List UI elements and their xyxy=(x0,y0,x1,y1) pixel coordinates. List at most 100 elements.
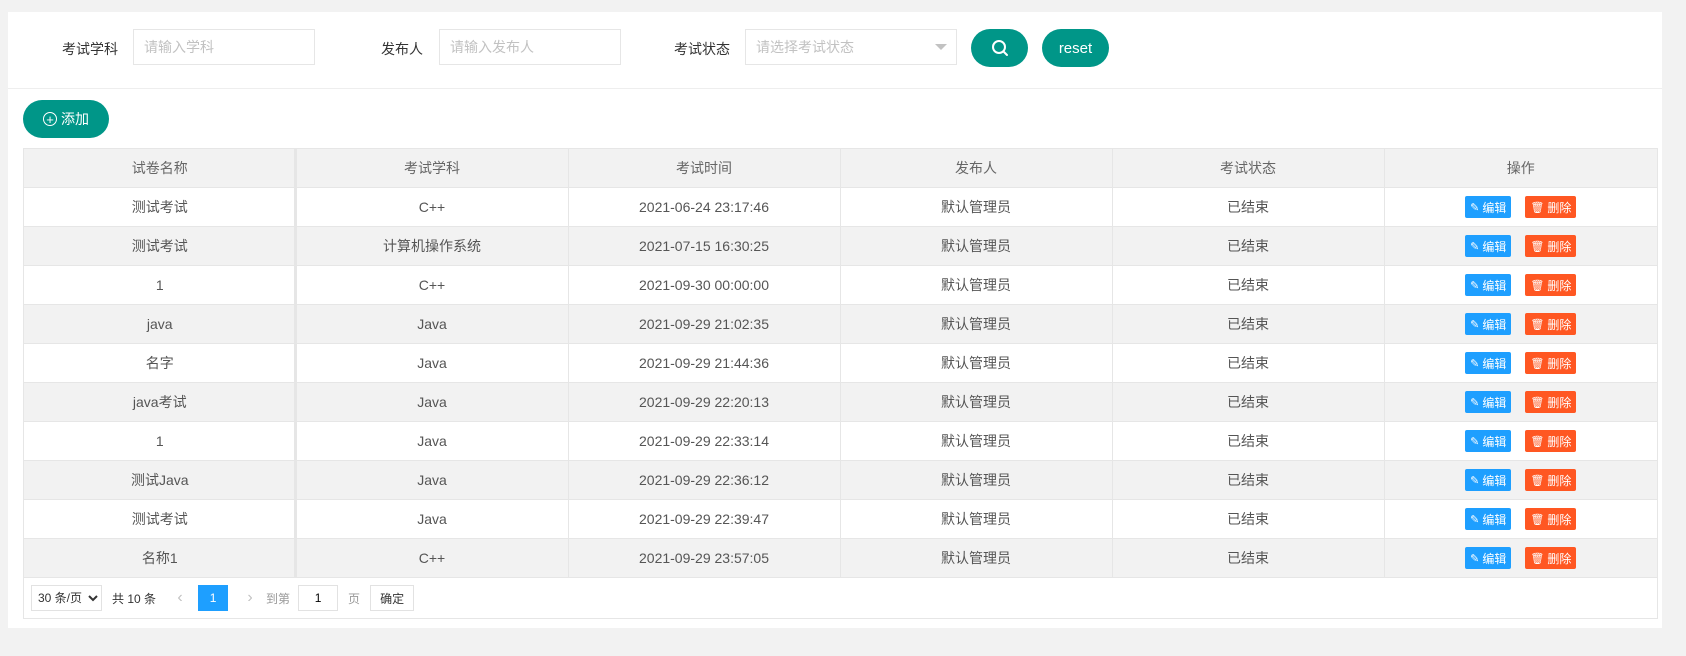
prev-page-icon[interactable]: ‹ xyxy=(170,589,190,607)
cell-exam-name: 测试考试 xyxy=(24,499,297,539)
cell-publisher: 默认管理员 xyxy=(840,382,1113,422)
cell-actions: ✎ 编辑 🗑 删除 xyxy=(1384,460,1657,500)
pencil-icon: ✎ xyxy=(1470,357,1480,370)
edit-button[interactable]: ✎ 编辑 xyxy=(1465,547,1512,569)
cell-actions: ✎ 编辑 🗑 删除 xyxy=(1384,304,1657,344)
table-row: 名称1 C++ 2021-09-29 23:57:05 默认管理员 已结束 ✎ 编辑 🗑 删除 xyxy=(24,538,1657,578)
reset-button[interactable]: reset xyxy=(1042,29,1109,67)
cell-actions: ✎ 编辑 🗑 删除 xyxy=(1384,226,1657,266)
edit-button-label: 编辑 xyxy=(1482,317,1507,332)
cell-subject: Java xyxy=(296,499,569,539)
trash-icon: 🗑 xyxy=(1530,552,1545,565)
cell-exam-name: 名称1 xyxy=(24,538,297,578)
cell-subject: C++ xyxy=(296,187,569,227)
cell-actions: ✎ 编辑 🗑 删除 xyxy=(1384,421,1657,461)
edit-button[interactable]: ✎ 编辑 xyxy=(1465,274,1512,296)
delete-button-label: 删除 xyxy=(1547,551,1572,566)
page-button-current[interactable]: 1 xyxy=(198,585,229,611)
cell-status: 已结束 xyxy=(1112,499,1385,539)
cell-exam-name: 测试考试 xyxy=(24,226,297,266)
cell-exam-name: 测试考试 xyxy=(24,187,297,227)
pencil-icon: ✎ xyxy=(1470,201,1480,214)
cell-exam-time: 2021-09-29 21:44:36 xyxy=(568,343,841,383)
trash-icon: 🗑 xyxy=(1530,201,1545,214)
col-header-name[interactable]: 试卷名称 xyxy=(24,149,297,188)
delete-button[interactable]: 🗑 删除 xyxy=(1525,508,1577,530)
page-size-select[interactable]: 30 条/页 xyxy=(31,585,102,611)
delete-button[interactable]: 🗑 删除 xyxy=(1525,547,1577,569)
delete-button[interactable]: 🗑 删除 xyxy=(1525,196,1577,218)
pencil-icon: ✎ xyxy=(1470,474,1480,487)
content-panel: 考试学科 发布人 考试状态 reset + 添加 xyxy=(8,12,1662,628)
cell-publisher: 默认管理员 xyxy=(840,187,1113,227)
trash-icon: 🗑 xyxy=(1530,279,1545,292)
edit-button[interactable]: ✎ 编辑 xyxy=(1465,352,1512,374)
cell-actions: ✎ 编辑 🗑 删除 xyxy=(1384,187,1657,227)
table-row: 名字 Java 2021-09-29 21:44:36 默认管理员 已结束 ✎ 编辑 🗑 删除 xyxy=(24,343,1657,383)
edit-button[interactable]: ✎ 编辑 xyxy=(1465,235,1512,257)
edit-button-label: 编辑 xyxy=(1482,200,1507,215)
pencil-icon: ✎ xyxy=(1470,435,1480,448)
delete-button-label: 删除 xyxy=(1547,395,1572,410)
delete-button-label: 删除 xyxy=(1547,278,1572,293)
col-header-subject[interactable]: 考试学科 xyxy=(296,149,569,188)
exam-table: 试卷名称 考试学科 考试时间 发布人 考试状态 操作 测试考试 C++ 2021-0… xyxy=(23,148,1658,619)
delete-button[interactable]: 🗑 删除 xyxy=(1525,469,1577,491)
status-select-input[interactable] xyxy=(745,29,957,65)
trash-icon: 🗑 xyxy=(1530,474,1545,487)
next-page-icon[interactable]: › xyxy=(240,589,260,607)
col-header-publisher[interactable]: 发布人 xyxy=(840,149,1113,188)
cell-exam-time: 2021-09-29 21:02:35 xyxy=(568,304,841,344)
edit-button-label: 编辑 xyxy=(1482,434,1507,449)
goto-confirm-button[interactable]: 确定 xyxy=(370,585,415,611)
cell-exam-name: java xyxy=(24,304,297,344)
subject-label: 考试学科 xyxy=(62,41,118,57)
delete-button[interactable]: 🗑 删除 xyxy=(1525,352,1577,374)
cell-status: 已结束 xyxy=(1112,226,1385,266)
status-select[interactable] xyxy=(745,29,957,65)
edit-button[interactable]: ✎ 编辑 xyxy=(1465,391,1512,413)
cell-subject: C++ xyxy=(296,265,569,305)
search-button[interactable] xyxy=(971,29,1028,67)
subject-input[interactable] xyxy=(133,29,315,65)
cell-exam-time: 2021-09-29 22:33:14 xyxy=(568,421,841,461)
edit-button[interactable]: ✎ 编辑 xyxy=(1465,196,1512,218)
pencil-icon: ✎ xyxy=(1470,318,1480,331)
delete-button[interactable]: 🗑 删除 xyxy=(1525,430,1577,452)
delete-button[interactable]: 🗑 删除 xyxy=(1525,235,1577,257)
cell-exam-name: java考试 xyxy=(24,382,297,422)
cell-subject: 计算机操作系统 xyxy=(296,226,569,266)
cell-subject: Java xyxy=(296,382,569,422)
total-count: 共 10 条 xyxy=(112,591,157,606)
edit-button[interactable]: ✎ 编辑 xyxy=(1465,313,1512,335)
edit-button[interactable]: ✎ 编辑 xyxy=(1465,469,1512,491)
cell-exam-time: 2021-09-29 23:57:05 xyxy=(568,538,841,578)
cell-publisher: 默认管理员 xyxy=(840,343,1113,383)
goto-page-input[interactable] xyxy=(298,585,339,611)
add-button[interactable]: + 添加 xyxy=(23,100,109,138)
col-header-status[interactable]: 考试状态 xyxy=(1112,149,1385,188)
cell-publisher: 默认管理员 xyxy=(840,304,1113,344)
edit-button-label: 编辑 xyxy=(1482,551,1507,566)
table-row: java Java 2021-09-29 21:02:35 默认管理员 已结束 ✎ 编辑 🗑 删… xyxy=(24,304,1657,344)
chevron-down-icon xyxy=(935,44,947,50)
table-row: java考试 Java 2021-09-29 22:20:13 默认管理员 已结束 ✎ 编辑… xyxy=(24,382,1657,422)
delete-button-label: 删除 xyxy=(1547,434,1572,449)
cell-exam-time: 2021-09-29 22:39:47 xyxy=(568,499,841,539)
cell-exam-time: 2021-09-29 22:20:13 xyxy=(568,382,841,422)
edit-button[interactable]: ✎ 编辑 xyxy=(1465,508,1512,530)
edit-button[interactable]: ✎ 编辑 xyxy=(1465,430,1512,452)
delete-button[interactable]: 🗑 删除 xyxy=(1525,274,1577,296)
delete-button[interactable]: 🗑 删除 xyxy=(1525,313,1577,335)
pencil-icon: ✎ xyxy=(1470,279,1480,292)
delete-button-label: 删除 xyxy=(1547,356,1572,371)
cell-publisher: 默认管理员 xyxy=(840,265,1113,305)
trash-icon: 🗑 xyxy=(1530,318,1545,331)
trash-icon: 🗑 xyxy=(1530,240,1545,253)
publisher-input[interactable] xyxy=(439,29,621,65)
trash-icon: 🗑 xyxy=(1530,357,1545,370)
col-header-time[interactable]: 考试时间 xyxy=(568,149,841,188)
edit-button-label: 编辑 xyxy=(1482,395,1507,410)
cell-actions: ✎ 编辑 🗑 删除 xyxy=(1384,343,1657,383)
delete-button[interactable]: 🗑 删除 xyxy=(1525,391,1577,413)
